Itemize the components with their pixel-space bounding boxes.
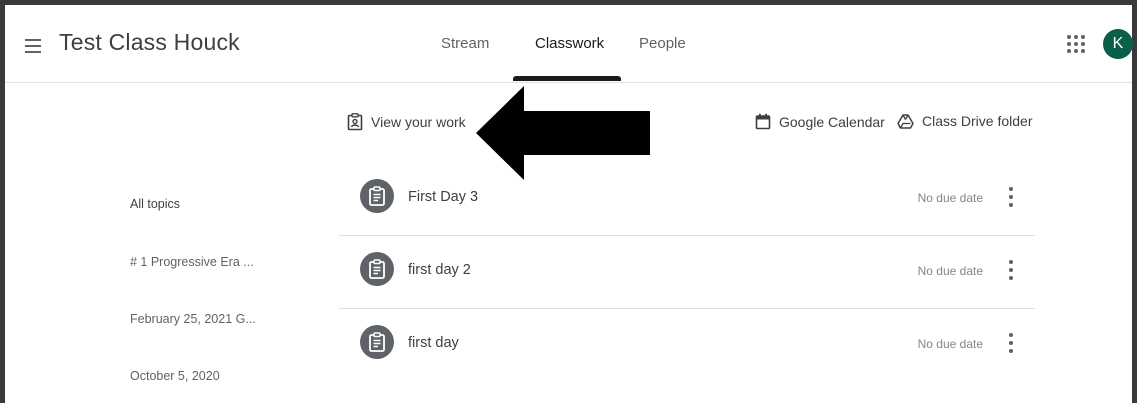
assignment-title: first day 2 [408, 262, 471, 278]
view-your-work-link[interactable]: View your work [347, 113, 466, 131]
app-header: Test Class Houck Stream Classwork People… [5, 5, 1133, 83]
tab-bar: Stream Classwork People [5, 5, 1132, 82]
google-apps-icon[interactable] [1067, 35, 1085, 53]
google-calendar-link[interactable]: Google Calendar [755, 113, 885, 130]
assignment-icon [360, 179, 394, 213]
topic-item[interactable]: October 5, 2020 [130, 369, 220, 383]
assignment-title: first day [408, 335, 459, 351]
calendar-icon [755, 113, 771, 130]
topic-item[interactable]: # 1 Progressive Era ... [130, 255, 254, 269]
tab-people[interactable]: People [639, 35, 686, 52]
screenshot-frame-right [1132, 0, 1137, 403]
class-drive-folder-label: Class Drive folder [922, 113, 1033, 129]
due-date: No due date [917, 337, 983, 351]
view-your-work-label: View your work [371, 114, 466, 130]
topic-all-topics[interactable]: All topics [130, 197, 180, 211]
more-options-icon[interactable] [1009, 260, 1013, 280]
google-drive-icon [897, 113, 914, 129]
more-options-icon[interactable] [1009, 187, 1013, 207]
more-options-icon[interactable] [1009, 333, 1013, 353]
list-item[interactable]: first day 2 No due date [339, 236, 1035, 309]
topic-item[interactable]: February 25, 2021 G... [130, 312, 256, 326]
due-date: No due date [917, 264, 983, 278]
assignment-list: First Day 3 No due date first day 2 No d… [339, 163, 1035, 381]
assignment-title: First Day 3 [408, 189, 479, 205]
assignment-ind-icon [347, 113, 363, 131]
active-tab-indicator [513, 76, 621, 81]
assignment-icon [360, 325, 394, 359]
class-drive-folder-link[interactable]: Class Drive folder [897, 113, 1032, 129]
list-item[interactable]: first day No due date [339, 309, 1035, 381]
list-item[interactable]: First Day 3 No due date [339, 163, 1035, 236]
tab-stream[interactable]: Stream [441, 35, 489, 52]
avatar[interactable]: K [1103, 29, 1133, 59]
google-calendar-label: Google Calendar [779, 113, 885, 130]
due-date: No due date [917, 191, 983, 205]
assignment-icon [360, 252, 394, 286]
tab-classwork[interactable]: Classwork [535, 35, 604, 52]
